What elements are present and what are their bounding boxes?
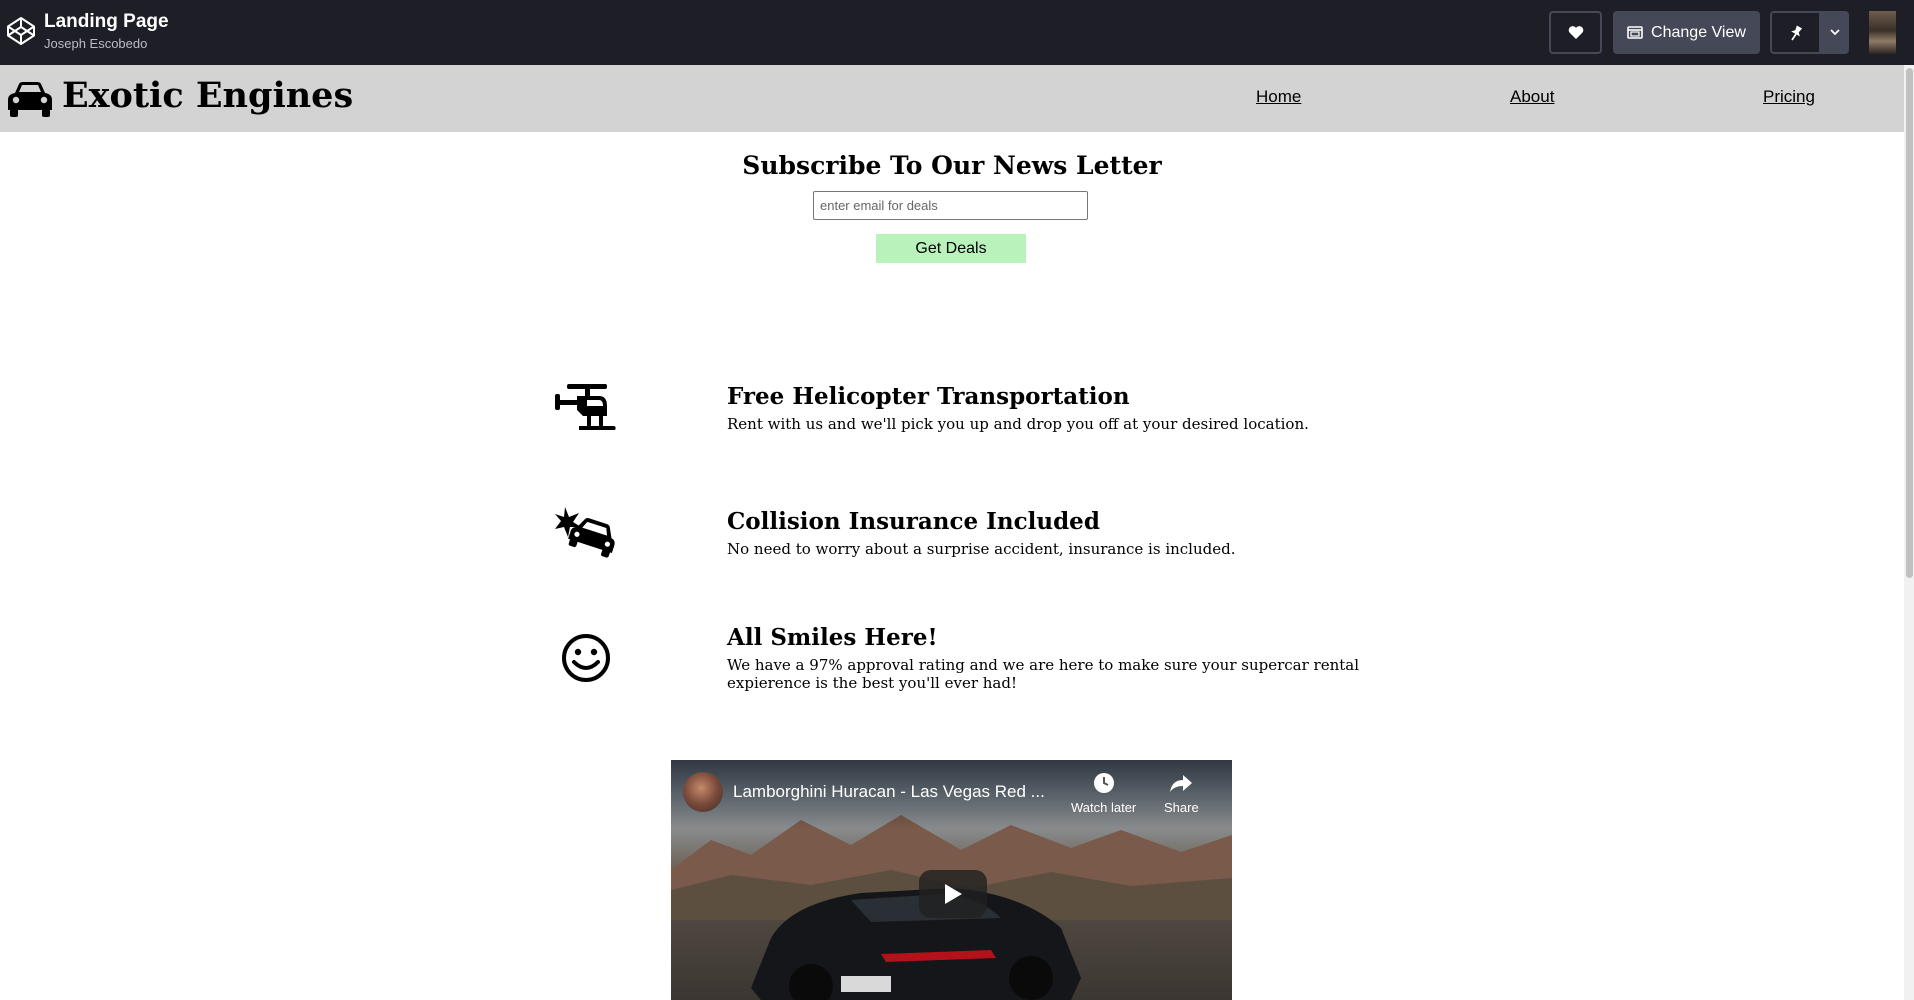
change-view-button[interactable]: Change View (1613, 11, 1760, 54)
watch-later-button[interactable]: Watch later (1071, 772, 1136, 815)
channel-avatar[interactable] (683, 772, 723, 812)
share-icon (1170, 775, 1193, 792)
smile-icon (562, 634, 610, 682)
change-view-label: Change View (1651, 23, 1746, 41)
heart-button[interactable] (1549, 11, 1602, 54)
play-button[interactable] (919, 870, 987, 918)
change-view-icon (1627, 26, 1643, 39)
car-crash-icon (555, 507, 615, 558)
email-input[interactable] (813, 191, 1088, 220)
car-icon (8, 82, 52, 117)
pin-dropdown-button[interactable] (1821, 11, 1849, 54)
clock-icon (1093, 773, 1114, 793)
share-label: Share (1164, 800, 1199, 815)
nav-home-link[interactable]: Home (1256, 87, 1301, 107)
pin-button[interactable] (1770, 11, 1821, 54)
get-deals-button[interactable]: Get Deals (876, 234, 1026, 263)
pen-author[interactable]: Joseph Escobedo (44, 36, 147, 51)
nav-about-link[interactable]: About (1510, 87, 1554, 107)
feature-description: We have a 97% approval rating and we are… (727, 656, 1360, 692)
user-avatar[interactable] (1869, 11, 1896, 54)
video-title[interactable]: Lamborghini Huracan - Las Vegas Red ... (733, 782, 1073, 802)
video-embed[interactable]: Lamborghini Huracan - Las Vegas Red ... … (671, 760, 1232, 1000)
chevron-down-icon (1830, 29, 1840, 36)
brand-name: Exotic Engines (62, 75, 354, 116)
play-icon (945, 884, 962, 904)
site-navbar: Exotic Engines Home About Pricing (0, 65, 1904, 132)
feature-description: No need to worry about a surprise accide… (727, 540, 1236, 558)
feature-title: All Smiles Here! (727, 624, 938, 651)
watch-later-label: Watch later (1071, 800, 1137, 815)
lamborghini-car-image (751, 888, 1081, 1000)
nav-pricing-link[interactable]: Pricing (1763, 87, 1815, 107)
feature-title: Free Helicopter Transportation (727, 383, 1130, 410)
codepen-header: Landing Page Joseph Escobedo Change View (0, 0, 1914, 65)
pin-icon (1790, 24, 1802, 40)
page-scrollbar-thumb[interactable] (1906, 68, 1913, 578)
feature-description: Rent with us and we'll pick you up and d… (727, 415, 1309, 433)
codepen-logo-icon[interactable] (5, 15, 37, 47)
newsletter-title: Subscribe To Our News Letter (742, 151, 1162, 180)
share-button[interactable]: Share (1164, 772, 1199, 815)
heart-icon (1568, 26, 1583, 39)
pen-title[interactable]: Landing Page (44, 11, 169, 33)
helicopter-icon (555, 384, 616, 430)
feature-title: Collision Insurance Included (727, 508, 1100, 535)
